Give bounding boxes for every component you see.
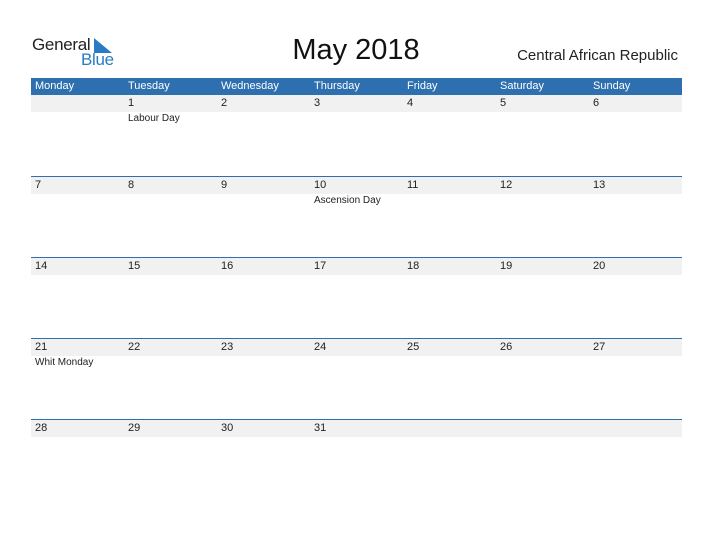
event-row: Ascension Day: [31, 194, 682, 208]
day-number: 24: [314, 341, 327, 353]
holiday-label: [217, 112, 310, 126]
holiday-label: Ascension Day: [314, 195, 381, 206]
day-number: 26: [500, 341, 513, 353]
holiday-label: Whit Monday: [35, 357, 94, 368]
holiday-label: [496, 112, 589, 126]
holiday-label: [124, 194, 217, 208]
day-number: 12: [500, 179, 513, 191]
weekday-label: Monday: [35, 80, 75, 92]
day-number: 4: [407, 97, 414, 109]
week-row: 14 15 16 17 18 19 20: [31, 257, 682, 275]
day-number: [403, 420, 496, 437]
day-number: [589, 420, 682, 437]
week-row: 28 29 30 31: [31, 419, 682, 437]
day-number: 14: [35, 260, 48, 272]
event-row: Whit Monday: [31, 356, 682, 370]
day-number: 7: [35, 179, 42, 191]
day-number: 6: [593, 97, 600, 109]
day-number: [496, 420, 589, 437]
holiday-label: [403, 112, 496, 126]
day-number: 27: [593, 341, 606, 353]
country-name: Central African Republic: [517, 47, 678, 64]
week-row: 1 2 3 4 5 6 Labour Day: [31, 95, 682, 126]
holiday-label: [31, 194, 124, 208]
holiday-label: [496, 356, 589, 370]
day-number: 25: [407, 341, 420, 353]
holiday-label: [403, 356, 496, 370]
day-number: 20: [593, 260, 606, 272]
day-number-row: 14 15 16 17 18 19 20: [31, 257, 682, 275]
week-row: 21 22 23 24 25 26 27 Whit Monday: [31, 338, 682, 370]
event-row: Labour Day: [31, 112, 682, 126]
weekday-label: Saturday: [500, 80, 545, 92]
day-number: 22: [128, 341, 141, 353]
holiday-label: [403, 194, 496, 208]
weekday-label: Sunday: [593, 80, 631, 92]
holiday-label: [217, 194, 310, 208]
holiday-label: [124, 356, 217, 370]
day-number-row: 7 8 9 10 11 12 13: [31, 176, 682, 194]
day-number: 18: [407, 260, 420, 272]
day-number: 17: [314, 260, 327, 272]
day-number: 2: [221, 97, 228, 109]
day-number: 16: [221, 260, 234, 272]
holiday-label: [589, 194, 682, 208]
weekday-label: Friday: [407, 80, 438, 92]
weekday-label: Thursday: [314, 80, 360, 92]
day-number: 11: [407, 179, 419, 191]
holiday-label: Labour Day: [128, 113, 180, 124]
day-number: 8: [128, 179, 135, 191]
weekday-header: Monday Tuesday Wednesday Thursday Friday…: [31, 78, 682, 95]
holiday-label: [589, 356, 682, 370]
holiday-label: [589, 112, 682, 126]
day-number-row: 21 22 23 24 25 26 27: [31, 338, 682, 356]
day-number: 28: [35, 422, 48, 434]
week-row: 7 8 9 10 11 12 13 Ascension Day: [31, 176, 682, 208]
day-number-row: 1 2 3 4 5 6: [31, 95, 682, 112]
holiday-label: [310, 356, 403, 370]
day-number: 10: [314, 179, 327, 191]
day-number: 5: [500, 97, 507, 109]
day-number: 19: [500, 260, 513, 272]
holiday-label: [496, 194, 589, 208]
day-number: 13: [593, 179, 606, 191]
day-number: 15: [128, 260, 141, 272]
day-number: 31: [314, 422, 327, 434]
day-number-row: 28 29 30 31: [31, 419, 682, 437]
day-number: 1: [128, 97, 135, 109]
weekday-label: Wednesday: [221, 80, 279, 92]
day-number: 23: [221, 341, 234, 353]
holiday-label: [217, 356, 310, 370]
weekday-label: Tuesday: [128, 80, 170, 92]
day-number: 3: [314, 97, 321, 109]
day-number: 30: [221, 422, 234, 434]
holiday-label: [31, 112, 124, 126]
holiday-label: [310, 112, 403, 126]
day-number: [31, 95, 124, 112]
day-number: 9: [221, 179, 228, 191]
day-number: 29: [128, 422, 141, 434]
day-number: 21: [35, 341, 48, 353]
